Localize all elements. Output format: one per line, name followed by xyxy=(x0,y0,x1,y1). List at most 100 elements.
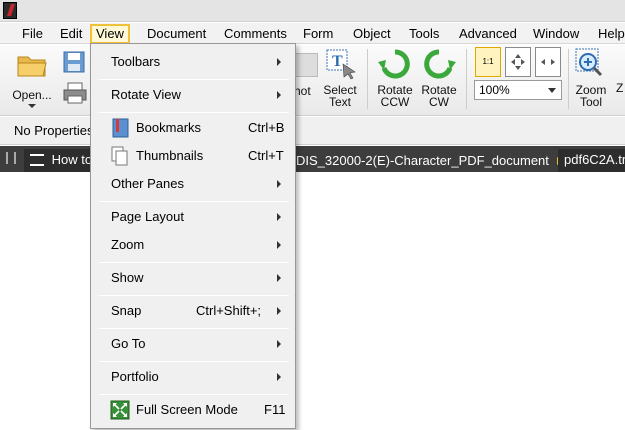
view-menu-portfolio[interactable]: Portfolio xyxy=(91,365,295,389)
submenu-arrow-icon xyxy=(277,373,281,381)
zoom-tool-button[interactable]: Zoom Tool xyxy=(572,48,610,108)
snapshot-label: hot xyxy=(294,84,311,98)
menu-separator xyxy=(99,361,289,362)
fit-page-icon xyxy=(511,54,525,70)
tab-scroll-icon[interactable] xyxy=(6,152,16,164)
menu-comments[interactable]: Comments xyxy=(220,24,291,43)
menu-file[interactable]: File xyxy=(18,24,47,43)
rotate-view-label: Rotate View xyxy=(111,87,181,102)
menu-help[interactable]: Help xyxy=(594,24,625,43)
bookmarks-label: Bookmarks xyxy=(136,120,202,135)
submenu-arrow-icon xyxy=(277,91,281,99)
open-label: Open... xyxy=(12,88,52,102)
rotate-ccw-icon xyxy=(378,49,410,79)
select-text-button[interactable]: T Select Text xyxy=(320,48,360,108)
fit-page-button[interactable] xyxy=(505,47,531,77)
bookmarks-shortcut: Ctrl+B xyxy=(248,120,285,135)
save-icon[interactable] xyxy=(62,51,86,73)
toolbar-separator xyxy=(568,49,569,109)
chevron-down-icon xyxy=(548,88,556,93)
menu-separator xyxy=(99,112,289,113)
menu-separator xyxy=(99,394,289,395)
actual-size-button[interactable]: 1:1 xyxy=(475,47,501,77)
toolbars-label: Toolbars xyxy=(111,54,161,69)
rotate-cw-icon xyxy=(424,49,456,79)
toolbar-separator xyxy=(466,49,467,109)
submenu-arrow-icon xyxy=(277,241,281,249)
submenu-arrow-icon xyxy=(277,180,281,188)
snap-shortcut: Ctrl+Shift+; xyxy=(196,303,262,318)
full-screen-icon xyxy=(110,400,130,420)
view-menu-page-layout[interactable]: Page Layout xyxy=(91,205,295,229)
menu-separator xyxy=(99,201,289,202)
menu-separator xyxy=(99,262,289,263)
thumbnails-label: Thumbnails xyxy=(136,148,204,163)
fit-width-icon xyxy=(541,59,555,65)
page-layout-label: Page Layout xyxy=(111,209,185,224)
tab-how-to[interactable]: How to xyxy=(24,149,90,172)
snap-label: Snap xyxy=(111,303,142,318)
view-menu-show[interactable]: Show xyxy=(91,266,295,290)
rotate-ccw-button[interactable]: Rotate CCW xyxy=(374,48,416,108)
truncated-tool-label: Z xyxy=(616,81,624,95)
rotate-cw-label-2: CW xyxy=(429,95,449,109)
toolbar-separator xyxy=(367,49,368,109)
view-menu-go-to[interactable]: Go To xyxy=(91,332,295,356)
go-to-label: Go To xyxy=(111,336,146,351)
show-label: Show xyxy=(111,270,144,285)
view-menu-zoom[interactable]: Zoom xyxy=(91,233,295,257)
menu-form[interactable]: Form xyxy=(299,24,337,43)
menu-window[interactable]: Window xyxy=(529,24,583,43)
tab-pdf6c2a[interactable]: pdf6C2A.tm xyxy=(558,149,625,172)
select-text-label-2: Text xyxy=(328,95,351,109)
menu-advanced[interactable]: Advanced xyxy=(455,24,521,43)
tab-dis-32000[interactable]: DIS_32000-2(E)-Character_PDF_document × xyxy=(296,149,558,172)
portfolio-label: Portfolio xyxy=(111,369,159,384)
zoom-tool-label-2: Tool xyxy=(579,95,602,109)
view-menu-snap[interactable]: Snap Ctrl+Shift+; xyxy=(91,299,295,323)
app-logo-icon xyxy=(3,2,17,19)
document-icon xyxy=(30,154,44,166)
submenu-arrow-icon xyxy=(277,213,281,221)
submenu-arrow-icon xyxy=(277,58,281,66)
view-menu-rotate-view[interactable]: Rotate View xyxy=(91,83,295,107)
rotate-cw-button[interactable]: Rotate CW xyxy=(418,48,460,108)
svg-text:T: T xyxy=(332,53,343,70)
bookmark-icon xyxy=(112,118,129,138)
folder-icon xyxy=(17,56,47,77)
submenu-arrow-icon xyxy=(277,340,281,348)
view-menu-full-screen[interactable]: Full Screen Mode F11 xyxy=(91,398,295,422)
open-dropdown-arrow-icon[interactable] xyxy=(28,104,36,108)
menu-separator xyxy=(99,328,289,329)
menu-tools[interactable]: Tools xyxy=(405,24,443,43)
rotate-ccw-label-2: CCW xyxy=(380,95,410,109)
tab-how-to-label: How to xyxy=(51,152,90,167)
submenu-arrow-icon xyxy=(277,274,281,282)
view-menu-dropdown: Toolbars Rotate View Bookmarks Ctrl+B Th… xyxy=(90,43,296,429)
zoom-label: Zoom xyxy=(111,237,145,252)
fit-width-button[interactable] xyxy=(535,47,561,77)
tab-pdf6c2a-label: pdf6C2A.tm xyxy=(564,152,625,167)
thumbnails-shortcut: Ctrl+T xyxy=(248,148,284,163)
menu-document[interactable]: Document xyxy=(143,24,210,43)
view-menu-other-panes[interactable]: Other Panes xyxy=(91,172,295,196)
menu-separator xyxy=(99,79,289,80)
title-bar xyxy=(0,0,625,22)
full-screen-label: Full Screen Mode xyxy=(136,402,238,417)
view-menu-toolbars[interactable]: Toolbars xyxy=(91,50,295,74)
menu-view[interactable]: View xyxy=(90,24,130,44)
menu-object[interactable]: Object xyxy=(349,24,395,43)
print-icon[interactable] xyxy=(62,81,88,105)
other-panes-label: Other Panes xyxy=(111,176,184,191)
open-button[interactable]: Open... xyxy=(8,51,56,108)
zoom-value: 100% xyxy=(479,83,510,97)
menu-bar: File Edit View Document Comments Form Ob… xyxy=(0,23,625,44)
select-text-icon: T xyxy=(326,49,356,80)
properties-label: No Properties xyxy=(14,123,94,138)
submenu-arrow-icon xyxy=(277,307,281,315)
view-menu-bookmarks[interactable]: Bookmarks Ctrl+B xyxy=(91,116,295,140)
tab-dis-32000-label: DIS_32000-2(E)-Character_PDF_document xyxy=(296,153,549,168)
view-menu-thumbnails[interactable]: Thumbnails Ctrl+T xyxy=(91,144,295,168)
menu-edit[interactable]: Edit xyxy=(56,24,86,43)
zoom-select[interactable]: 100% xyxy=(474,80,562,100)
